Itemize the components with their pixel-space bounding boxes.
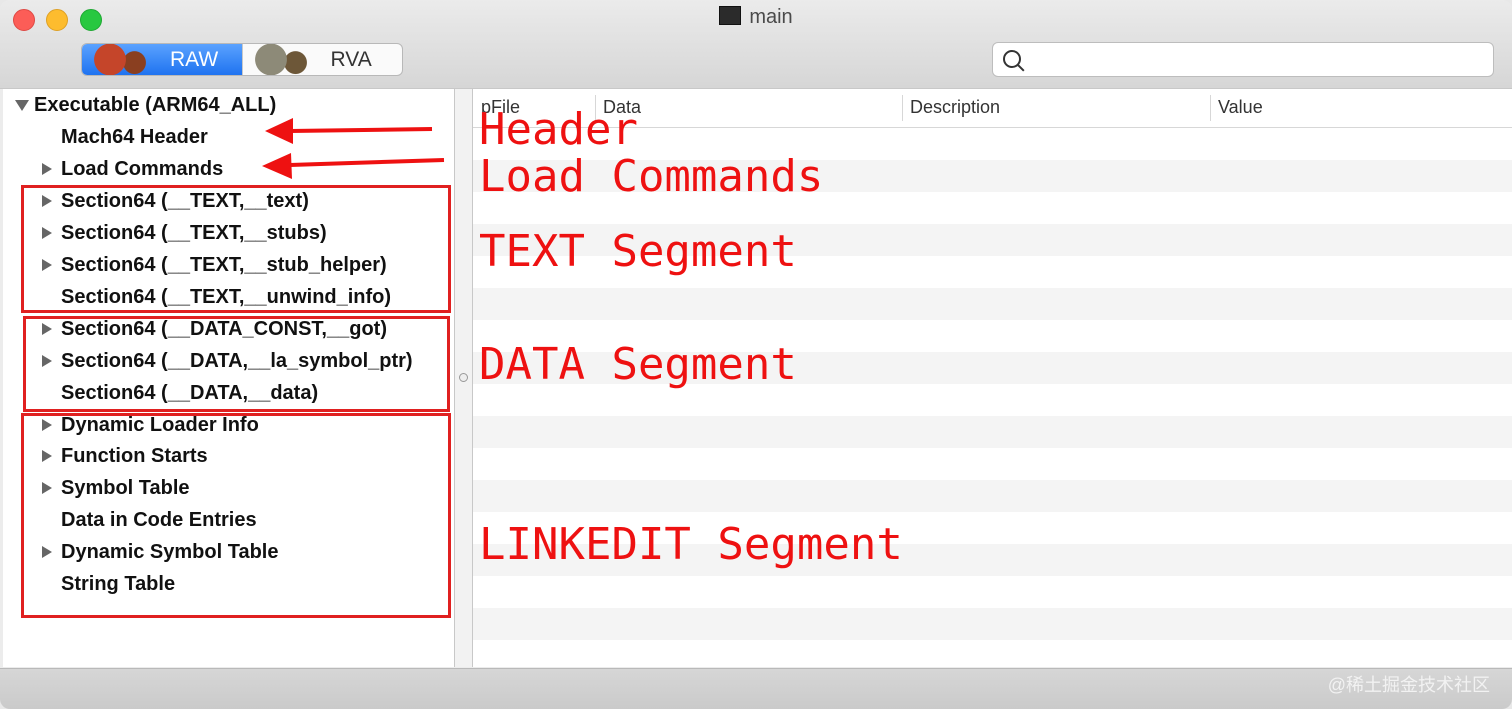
load-commands-arrow-line <box>289 158 445 167</box>
annotation-load-commands: Load Commands <box>479 151 824 202</box>
annotation-header: Header <box>479 104 638 155</box>
load-commands-arrowhead-icon <box>262 153 292 179</box>
annotation-text-segment: TEXT Segment <box>479 226 797 277</box>
header-arrowhead-icon <box>265 118 293 144</box>
header-arrow-line <box>289 127 433 133</box>
app-window: main RAW RVA Executable (ARM64_ALL) Mach… <box>0 0 1512 709</box>
annotation-data-segment: DATA Segment <box>479 339 797 390</box>
annotation-linkedit-segment: LINKEDIT Segment <box>479 519 903 570</box>
